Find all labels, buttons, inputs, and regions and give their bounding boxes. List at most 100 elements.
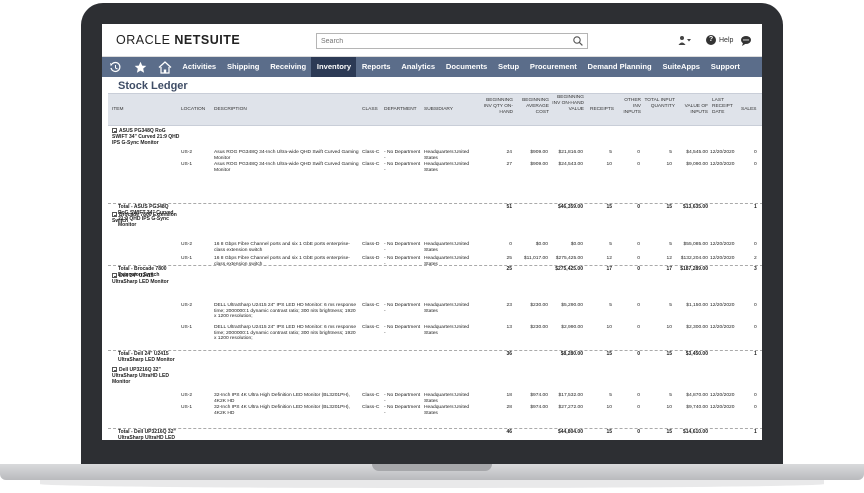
cell-last-receipt: 12/20/2020 xyxy=(710,242,735,247)
col-last-receipt-date[interactable]: LAST RECEIPT DATE xyxy=(712,98,740,115)
cell-last-receipt: 12/20/2020 xyxy=(710,325,735,330)
cell-location: US-1 xyxy=(181,162,193,167)
group-header[interactable]: Brocade 7800 Extension Switch xyxy=(112,212,180,225)
cell-beg-val: $0.00 xyxy=(570,242,583,247)
cell-total-qty: 10 xyxy=(666,325,672,330)
col-location[interactable]: LOCATION xyxy=(181,107,205,113)
cell-class: Class-C xyxy=(362,393,380,398)
total-other: 0 xyxy=(637,351,640,357)
cell-beg-val: $275,425.00 xyxy=(555,256,583,261)
cell-last-receipt: 12/20/2020 xyxy=(710,405,735,410)
group-header[interactable]: ASUS PG348Q RoG SWIFT 34" Curved 21:9 QH… xyxy=(112,128,180,147)
collapse-icon[interactable] xyxy=(112,212,117,217)
nav-shipping[interactable]: Shipping xyxy=(222,57,265,77)
nav-setup[interactable]: Setup xyxy=(493,57,525,77)
total-total-qty: 15 xyxy=(666,429,672,435)
cell-sales: 0 xyxy=(754,405,757,410)
main-nav: Activities Shipping Receiving Inventory … xyxy=(102,57,762,77)
laptop-shadow xyxy=(40,480,824,488)
col-department[interactable]: DEPARTMENT xyxy=(384,107,417,113)
laptop-notch xyxy=(372,464,492,471)
cell-beg-avg: $909.00 xyxy=(530,150,548,155)
search-input[interactable] xyxy=(317,34,571,48)
feedback-icon[interactable] xyxy=(740,34,752,46)
cell-subsidiary: Headquarters:United States xyxy=(424,325,470,336)
cell-location: US-1 xyxy=(181,405,193,410)
total-receipts: 15 xyxy=(606,351,612,357)
total-other: 0 xyxy=(637,204,640,210)
collapse-icon[interactable] xyxy=(112,273,117,278)
col-receipts[interactable]: RECEIPTS xyxy=(590,107,614,113)
cell-value-inputs: $55,085.00 xyxy=(683,242,708,247)
group-name: ASUS PG348Q RoG SWIFT 34" Curved 21:9 QH… xyxy=(112,128,180,146)
col-description[interactable]: DESCRIPTION xyxy=(214,107,247,113)
cell-class: Class-C xyxy=(362,303,380,308)
cell-location: US-2 xyxy=(181,303,193,308)
cell-department: - No Department - xyxy=(384,242,421,253)
help-label: Help xyxy=(719,36,734,44)
total-divider xyxy=(108,265,762,266)
collapse-icon[interactable] xyxy=(112,367,117,372)
shortcuts-star-icon[interactable] xyxy=(128,57,152,77)
col-subsidiary[interactable]: SUBSIDIARY xyxy=(424,107,453,113)
oracle-netsuite-logo[interactable]: ORACLE NETSUITE xyxy=(116,33,240,47)
search-icon[interactable] xyxy=(572,35,584,47)
cell-value-inputs: $2,300.00 xyxy=(686,325,708,330)
cell-other: 0 xyxy=(637,405,640,410)
total-beg-val: $46,359.00 xyxy=(557,204,583,210)
cell-beg-avg: $230.00 xyxy=(530,303,548,308)
cell-sales: 0 xyxy=(754,242,757,247)
cell-sales: 2 xyxy=(754,256,757,261)
collapse-icon[interactable] xyxy=(112,128,117,133)
nav-procurement[interactable]: Procurement xyxy=(525,57,583,77)
nav-suiteapps[interactable]: SuiteApps xyxy=(657,57,705,77)
total-beg-qty: 46 xyxy=(506,429,512,435)
group-header[interactable]: Dell 24" U2415 UltraSharp LED Monitor xyxy=(112,273,180,286)
cell-subsidiary: Headquarters:United States xyxy=(424,242,470,253)
nav-demand-planning[interactable]: Demand Planning xyxy=(582,57,657,77)
col-beginning-inv-qty[interactable]: BEGINNING INV QTY ON-HAND xyxy=(478,98,513,115)
nav-receiving[interactable]: Receiving xyxy=(265,57,312,77)
help-link[interactable]: ? Help xyxy=(706,34,733,46)
nav-analytics[interactable]: Analytics xyxy=(396,57,441,77)
cell-beg-qty: 23 xyxy=(506,303,512,308)
nav-reports[interactable]: Reports xyxy=(356,57,395,77)
col-sales[interactable]: SALES xyxy=(741,107,756,113)
col-total-input-quantity[interactable]: TOTAL INPUT QUANTITY xyxy=(644,98,675,110)
cell-receipts: 5 xyxy=(609,393,612,398)
cell-last-receipt: 12/20/2020 xyxy=(710,162,735,167)
nav-documents[interactable]: Documents xyxy=(440,57,492,77)
col-beginning-inv-value[interactable]: BEGINNING INV ON-HAND VALUE xyxy=(551,95,584,112)
total-beg-qty: 51 xyxy=(506,204,512,210)
total-other: 0 xyxy=(637,429,640,435)
total-other: 0 xyxy=(637,266,640,272)
recent-records-icon[interactable] xyxy=(103,57,127,77)
cell-location: US-2 xyxy=(181,242,193,247)
total-value-inputs: $14,610.00 xyxy=(682,429,708,435)
total-divider xyxy=(108,350,762,351)
nav-activities[interactable]: Activities xyxy=(177,57,222,77)
col-value-of-inputs[interactable]: VALUE OF INPUTS xyxy=(678,104,708,116)
cell-receipts: 10 xyxy=(606,325,612,330)
total-receipts: 15 xyxy=(606,429,612,435)
total-beg-val: $8,280.00 xyxy=(560,351,583,357)
cell-last-receipt: 12/20/2020 xyxy=(710,256,735,261)
cell-description: Asus ROG PG348Q 34-Inch Ultra-wide QHD S… xyxy=(214,162,359,173)
col-other-inv-inputs[interactable]: OTHER INV INPUTS xyxy=(620,98,641,115)
cell-subsidiary: Headquarters:United States xyxy=(424,150,470,161)
recent-users-icon[interactable] xyxy=(678,34,692,46)
home-icon[interactable] xyxy=(153,57,177,77)
cell-total-qty: 10 xyxy=(666,405,672,410)
col-class[interactable]: CLASS xyxy=(362,107,378,113)
cell-value-inputs: $4,870.00 xyxy=(686,393,708,398)
cell-beg-val: $27,272.00 xyxy=(558,405,583,410)
col-beginning-average-cost[interactable]: BEGINNING AVERAGE COST xyxy=(515,98,549,115)
cell-beg-avg: $11,017.00 xyxy=(523,256,548,261)
total-beg-val: $275,425.00 xyxy=(555,266,583,272)
cell-beg-qty: 18 xyxy=(506,393,512,398)
col-item[interactable]: ITEM xyxy=(112,107,123,113)
nav-support[interactable]: Support xyxy=(705,57,745,77)
group-header[interactable]: Dell UP3216Q 32" UltraSharp UltraHD LED … xyxy=(112,367,180,386)
nav-inventory[interactable]: Inventory xyxy=(311,57,357,77)
cell-beg-qty: 28 xyxy=(506,405,512,410)
